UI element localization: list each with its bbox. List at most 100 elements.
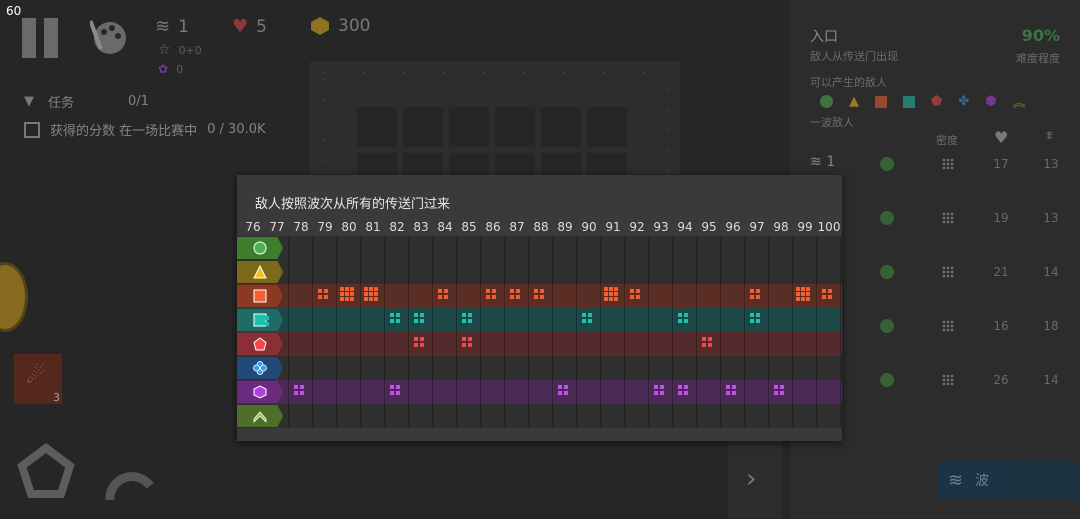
- palette-button[interactable]: [88, 16, 130, 58]
- enemy-pip: [750, 289, 754, 293]
- enemy-pip: [369, 297, 373, 301]
- wave-cell: [577, 332, 601, 356]
- wave-cell: [337, 356, 361, 380]
- enemy-row-square: [237, 284, 842, 308]
- density-icon: [942, 158, 954, 170]
- wave-cell: [625, 404, 649, 428]
- wave-button[interactable]: ≋ 波: [938, 461, 1080, 499]
- wave-number-header: 82: [389, 220, 405, 234]
- enemy-pip: [294, 391, 298, 395]
- wave-number-header: 92: [629, 220, 645, 234]
- wave-cell: [745, 284, 769, 308]
- wave-cell: [577, 260, 601, 284]
- wave-cell: [433, 380, 457, 404]
- wave-cell: [601, 404, 625, 428]
- wave-cell: [745, 356, 769, 380]
- wave-cell: [409, 356, 433, 380]
- stars-count: 0+0: [178, 43, 202, 57]
- coins-count: 300: [338, 16, 371, 36]
- palette-icon: [88, 20, 126, 54]
- enemy-pip: [540, 295, 544, 299]
- triangle-down-icon: ▼: [24, 94, 34, 109]
- circle-icon: [880, 319, 894, 333]
- circle-icon: [880, 265, 894, 279]
- wave-cell: [625, 308, 649, 332]
- enemy-pip: [510, 295, 514, 299]
- wave-cell: [481, 260, 505, 284]
- tower-slot[interactable]: ☄ 3: [14, 354, 62, 404]
- enemy-pip: [438, 295, 442, 299]
- quest-count: 0/1: [128, 94, 149, 109]
- wave-cell: [433, 356, 457, 380]
- wave-cell: [721, 260, 745, 284]
- wave-number-header: 87: [509, 220, 525, 234]
- wave-cell: [697, 236, 721, 260]
- enemy-pip: [486, 289, 490, 293]
- wave-cell: [361, 332, 385, 356]
- speed-value: 18: [1043, 319, 1059, 333]
- enemy-pip: [444, 295, 448, 299]
- wave-number-header: 79: [317, 220, 333, 234]
- wave-cell: [337, 236, 361, 260]
- wave-cell: [745, 404, 769, 428]
- enemy-pip: [678, 391, 682, 395]
- wave-cell: [697, 332, 721, 356]
- wave-cell: [481, 404, 505, 428]
- speed-button[interactable]: [105, 456, 155, 502]
- wave-cell: [649, 404, 673, 428]
- enemy-pip: [300, 385, 304, 389]
- enemy-pip: [396, 385, 400, 389]
- square-icon: [253, 289, 267, 303]
- enemy-pip: [324, 295, 328, 299]
- clover-icon: ✤: [958, 94, 970, 109]
- wave-enemies-label: 一波敌人: [810, 116, 854, 129]
- next-wave-button[interactable]: ›: [728, 436, 782, 519]
- difficulty-label: 难度程度: [1016, 52, 1060, 65]
- quest-header[interactable]: ▼ 任务 0/1: [24, 92, 149, 111]
- wave-cell: [337, 380, 361, 404]
- wave-cell: [289, 404, 313, 428]
- wave-cell: [817, 332, 841, 356]
- enemy-row-teal-square: [237, 308, 842, 332]
- wave-cell: [289, 332, 313, 356]
- enemy-row: 21 14: [880, 262, 1070, 282]
- wave-cell: [673, 380, 697, 404]
- enemy-pip: [420, 343, 424, 347]
- wave-cell: [385, 236, 409, 260]
- wave-cell: [697, 284, 721, 308]
- wave-icon: ≋: [810, 154, 822, 170]
- wave-cell: [625, 356, 649, 380]
- enemy-pip: [636, 295, 640, 299]
- density-icon: [942, 266, 954, 278]
- enemy-tag-pentagon: [237, 333, 283, 355]
- wave-number-header: 76: [245, 220, 261, 234]
- wave-cell: [721, 356, 745, 380]
- enemy-pip: [684, 319, 688, 323]
- enemy-pip: [604, 292, 608, 296]
- wave-cell: [505, 404, 529, 428]
- wave-cell: [385, 260, 409, 284]
- enemy-pip: [492, 289, 496, 293]
- difficulty-percent: 90%: [1021, 26, 1060, 45]
- enemy-pip: [750, 295, 754, 299]
- wave-cell: [769, 332, 793, 356]
- enemy-pip: [345, 287, 349, 291]
- build-button[interactable]: [16, 440, 76, 502]
- wave-cell: [409, 332, 433, 356]
- enemy-pip: [364, 292, 368, 296]
- wave-cell: [817, 404, 841, 428]
- wave-number-header: 96: [725, 220, 741, 234]
- wave-cell: [649, 284, 673, 308]
- wave-cell: [409, 380, 433, 404]
- wave-cell: [697, 308, 721, 332]
- enemy-pip: [582, 319, 586, 323]
- pause-button[interactable]: [20, 18, 60, 60]
- wave-number-header: 97: [749, 220, 765, 234]
- wave-cell: [529, 332, 553, 356]
- wave-cell: [313, 236, 337, 260]
- wave-number-header: 89: [557, 220, 573, 234]
- wave-cell: [769, 380, 793, 404]
- wave-cell: [793, 284, 817, 308]
- hexagon-icon: [253, 385, 267, 399]
- wave-cell: [817, 380, 841, 404]
